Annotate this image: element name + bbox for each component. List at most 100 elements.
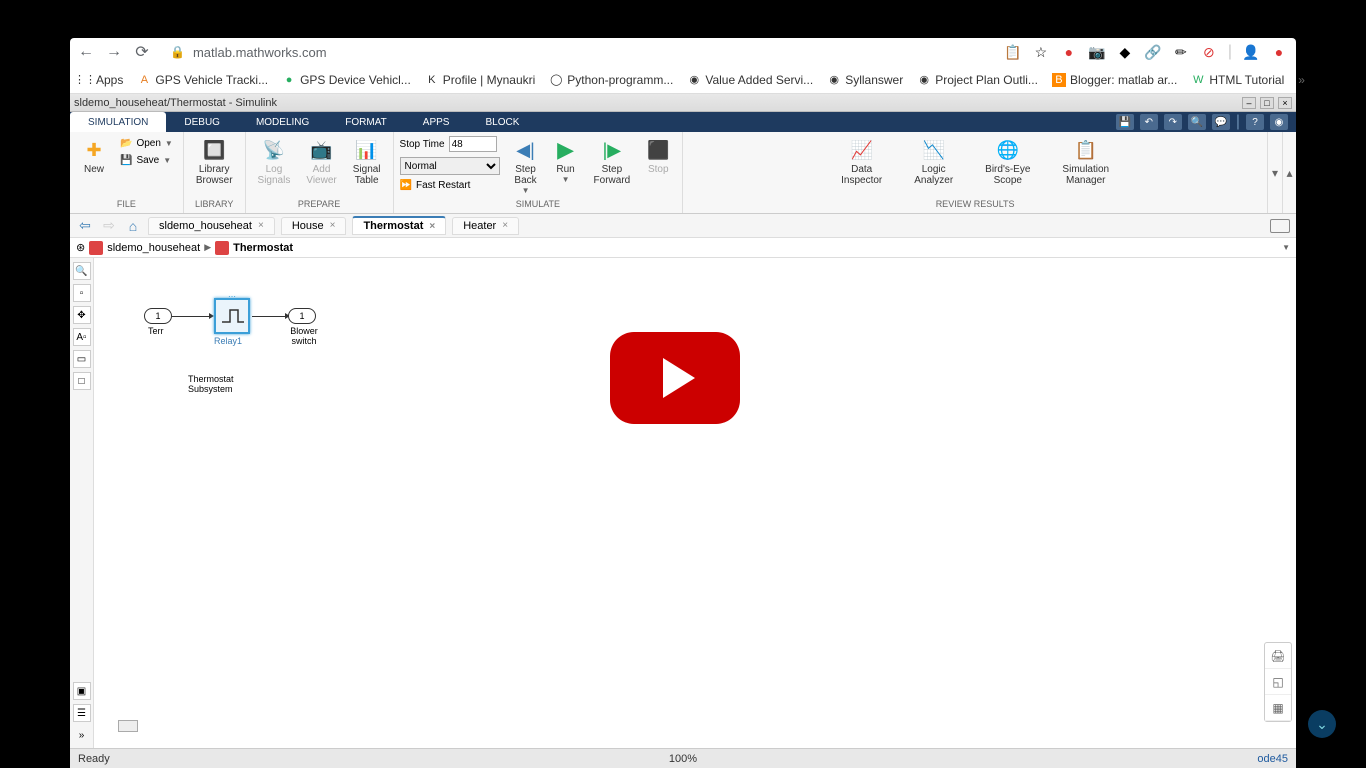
breadcrumb-current[interactable]: Thermostat: [233, 242, 293, 254]
bookmark-value-added[interactable]: ◉Value Added Servi...: [687, 73, 813, 87]
comment-icon[interactable]: 💬: [1212, 114, 1230, 130]
ext5-icon[interactable]: ●: [1270, 43, 1288, 61]
star-icon[interactable]: ☆: [1032, 43, 1050, 61]
library-browser-button[interactable]: 🔲 Library Browser: [190, 136, 239, 188]
bookmark-syllanswer[interactable]: ◉Syllanswer: [827, 73, 903, 87]
output-port-label: Blower switch: [284, 326, 324, 346]
keyboard-icon[interactable]: [1270, 219, 1290, 233]
birds-eye-button[interactable]: 🌐 Bird's-Eye Scope: [979, 136, 1036, 188]
signal-table-button[interactable]: 📊 Signal Table: [347, 136, 387, 188]
relay-block[interactable]: ⋯: [214, 298, 250, 334]
nav-back[interactable]: ⇦: [76, 217, 94, 235]
overview-icon[interactable]: ▦: [1265, 695, 1291, 721]
nav-tab-sldemo[interactable]: sldemo_househeat×: [148, 217, 275, 235]
area-tool[interactable]: ▭: [73, 350, 91, 368]
pan-tool[interactable]: ✥: [73, 306, 91, 324]
ext4-icon[interactable]: ⊘: [1200, 43, 1218, 61]
screenshot-icon[interactable]: ◱: [1265, 669, 1291, 695]
stop-time-input[interactable]: [449, 136, 497, 152]
fast-restart-toggle[interactable]: ⏩Fast Restart: [400, 180, 500, 191]
camera-icon[interactable]: 📷: [1088, 43, 1106, 61]
bookmark-gps-device[interactable]: ●GPS Device Vehicl...: [282, 73, 411, 87]
help-icon[interactable]: ?: [1246, 114, 1264, 130]
output-port-block[interactable]: 1: [288, 308, 316, 324]
fullscreen-icon[interactable]: ◉: [1270, 114, 1288, 130]
ext2-icon[interactable]: 🔗: [1144, 43, 1162, 61]
new-button[interactable]: ✚ New: [76, 136, 112, 177]
fit-tool[interactable]: ▫: [73, 284, 91, 302]
bc-expand-icon[interactable]: ⊛: [76, 241, 85, 254]
clipboard-icon[interactable]: 📋: [1004, 43, 1022, 61]
undo-icon[interactable]: ↶: [1140, 114, 1158, 130]
profile-icon[interactable]: 👤: [1242, 43, 1260, 61]
redo-icon[interactable]: ↷: [1164, 114, 1182, 130]
forward-button[interactable]: →: [106, 44, 122, 60]
open-button[interactable]: 📂Open▼: [116, 136, 177, 151]
url-bar[interactable]: 🔒 matlab.mathworks.com: [162, 45, 992, 60]
toolstrip-expand[interactable]: ▾: [1268, 132, 1282, 213]
close-button[interactable]: ×: [1278, 97, 1292, 109]
floating-action-button[interactable]: ⌄: [1308, 710, 1336, 738]
bookmark-mynaukri[interactable]: KProfile | Mynaukri: [425, 73, 535, 87]
record-tool[interactable]: ▣: [73, 682, 91, 700]
minimize-button[interactable]: –: [1242, 97, 1256, 109]
close-icon[interactable]: ×: [502, 220, 508, 231]
nav-tab-thermostat[interactable]: Thermostat×: [352, 216, 446, 235]
annotate-tool[interactable]: A▫: [73, 328, 91, 346]
reload-button[interactable]: ⟳: [134, 44, 150, 60]
tab-debug[interactable]: DEBUG: [166, 112, 238, 132]
nav-forward[interactable]: ⇨: [100, 217, 118, 235]
bookmarks-overflow[interactable]: »: [1298, 73, 1305, 87]
bookmark-apps[interactable]: ⋮⋮Apps: [78, 73, 123, 87]
print-icon[interactable]: 🖨: [1265, 643, 1291, 669]
bookmark-html-tutorial[interactable]: WHTML Tutorial: [1191, 73, 1284, 87]
tab-format[interactable]: FORMAT: [327, 112, 404, 132]
toolstrip-collapse[interactable]: ▴: [1282, 132, 1296, 213]
log-signals-button[interactable]: 📡 Log Signals: [252, 136, 297, 188]
breadcrumb-root[interactable]: sldemo_househeat: [107, 242, 200, 254]
image-tool[interactable]: □: [73, 372, 91, 390]
add-viewer-button[interactable]: 📺 Add Viewer: [300, 136, 342, 188]
tab-block[interactable]: BLOCK: [467, 112, 537, 132]
zoom-tool[interactable]: 🔍: [73, 262, 91, 280]
nav-tab-heater[interactable]: Heater×: [452, 217, 519, 235]
bookmark-python[interactable]: ◯Python-programm...: [549, 73, 673, 87]
input-port-block[interactable]: 1: [144, 308, 172, 324]
sim-manager-button[interactable]: 📋 Simulation Manager: [1056, 136, 1115, 188]
tab-modeling[interactable]: MODELING: [238, 112, 327, 132]
status-solver[interactable]: ode45: [1257, 753, 1288, 765]
close-icon[interactable]: ×: [429, 221, 435, 232]
save-button[interactable]: 💾Save▼: [116, 153, 177, 168]
save-icon[interactable]: 💾: [1116, 114, 1134, 130]
tab-simulation[interactable]: SIMULATION: [70, 112, 166, 132]
abp-icon[interactable]: ●: [1060, 43, 1078, 61]
more-tool[interactable]: »: [73, 726, 91, 744]
search-icon[interactable]: 🔍: [1188, 114, 1206, 130]
data-inspector-button[interactable]: 📈 Data Inspector: [835, 136, 888, 188]
run-button[interactable]: ▶ Run▼: [548, 136, 584, 186]
youtube-play-button[interactable]: [610, 332, 740, 424]
stop-button[interactable]: ⬛ Stop: [640, 136, 676, 177]
ext3-icon[interactable]: ✏: [1172, 43, 1190, 61]
ribbon-tabs: SIMULATION DEBUG MODELING FORMAT APPS BL…: [70, 112, 1296, 132]
sim-mode-select[interactable]: Normal: [400, 157, 500, 175]
close-icon[interactable]: ×: [330, 220, 336, 231]
step-back-button[interactable]: ◀| Step Back▼: [508, 136, 544, 197]
breadcrumb-dropdown[interactable]: ▼: [1282, 243, 1290, 252]
bookmark-blogger[interactable]: BBlogger: matlab ar...: [1052, 73, 1177, 87]
tab-apps[interactable]: APPS: [405, 112, 468, 132]
ext1-icon[interactable]: ◆: [1116, 43, 1134, 61]
logic-analyzer-button[interactable]: 📉 Logic Analyzer: [908, 136, 959, 188]
bookmark-gps-vehicle[interactable]: AGPS Vehicle Tracki...: [137, 73, 268, 87]
step-forward-button[interactable]: |▶ Step Forward: [588, 136, 637, 188]
list-tool[interactable]: ☰: [73, 704, 91, 722]
nav-up[interactable]: ⌂: [124, 217, 142, 235]
chevron-right-icon: ▶: [204, 242, 211, 253]
close-icon[interactable]: ×: [258, 220, 264, 231]
back-button[interactable]: ←: [78, 44, 94, 60]
status-zoom[interactable]: 100%: [669, 753, 697, 765]
nav-tab-house[interactable]: House×: [281, 217, 347, 235]
browser-actions: 📋 ☆ ● 📷 ◆ 🔗 ✏ ⊘ | 👤 ●: [1004, 43, 1288, 61]
bookmark-project-plan[interactable]: ◉Project Plan Outli...: [917, 73, 1038, 87]
maximize-button[interactable]: □: [1260, 97, 1274, 109]
